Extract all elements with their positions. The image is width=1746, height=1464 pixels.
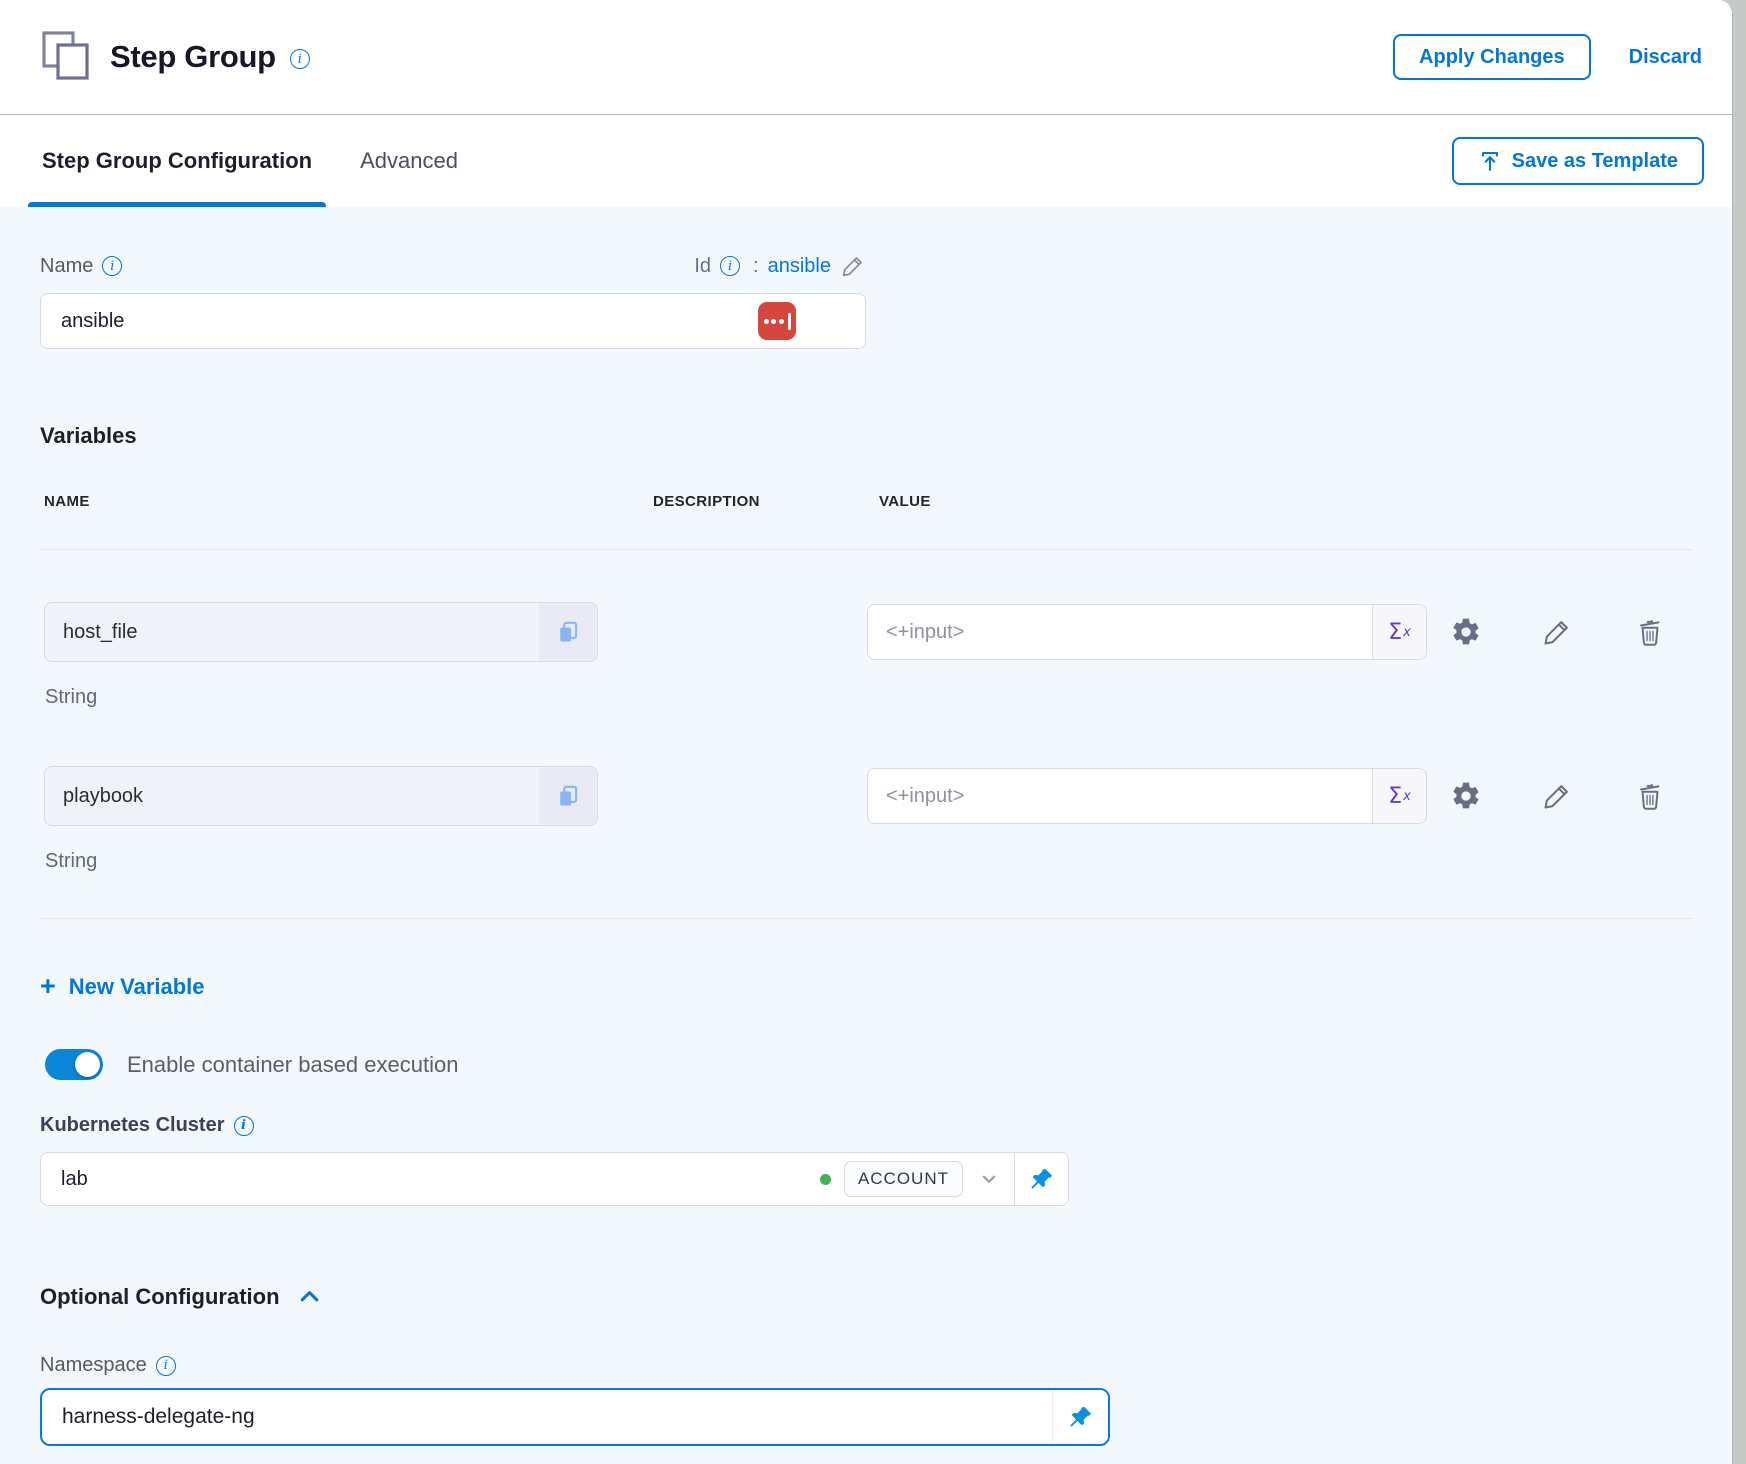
namespace-label-group: Namespace i xyxy=(40,1354,176,1377)
variable-name-value[interactable]: host_file xyxy=(45,603,539,661)
password-manager-autofill-icon[interactable] xyxy=(758,302,796,340)
variables-heading: Variables xyxy=(40,423,1692,449)
namespace-field xyxy=(40,1388,1110,1446)
expression-toggle-button[interactable]: Σx xyxy=(1372,769,1426,823)
column-header-value: VALUE xyxy=(879,493,931,510)
step-group-info-icon[interactable]: i xyxy=(290,49,310,69)
page-title: Step Group xyxy=(110,39,276,75)
variable-type-label: String xyxy=(45,850,1692,873)
save-as-template-label: Save as Template xyxy=(1512,150,1678,173)
delete-variable-icon[interactable] xyxy=(1634,616,1666,648)
name-label-row: Name i Id i : ansible xyxy=(40,253,866,279)
step-group-drawer: Step Group i Apply Changes Discard Step … xyxy=(0,0,1733,1464)
kubernetes-cluster-input[interactable] xyxy=(41,1153,820,1205)
title-group: Step Group i xyxy=(40,29,310,86)
variable-settings-icon[interactable] xyxy=(1450,780,1482,812)
optional-configuration-header: Optional Configuration xyxy=(40,1283,1692,1310)
variable-name-field: playbook xyxy=(44,766,598,826)
variable-value-input[interactable] xyxy=(868,769,1372,823)
variables-column-headers: NAME DESCRIPTION VALUE xyxy=(40,493,1692,511)
pin-icon[interactable] xyxy=(1052,1390,1108,1444)
variable-row-host-file: host_file Σx xyxy=(40,602,1692,662)
copy-icon[interactable] xyxy=(539,603,597,661)
sigma-sup: x xyxy=(1403,789,1411,804)
variable-value-input[interactable] xyxy=(868,605,1372,659)
copy-icon[interactable] xyxy=(539,767,597,825)
sigma-icon: Σ xyxy=(1388,620,1402,645)
namespace-input[interactable] xyxy=(42,1390,1052,1444)
divider xyxy=(40,918,1692,919)
variable-row-playbook: playbook Σx xyxy=(40,766,1692,826)
discard-button[interactable]: Discard xyxy=(1629,46,1704,69)
kubernetes-cluster-meta: ACCOUNT xyxy=(820,1153,1014,1205)
sigma-sup: x xyxy=(1403,625,1411,640)
kubernetes-cluster-label-group: Kubernetes Cluster i xyxy=(40,1114,254,1137)
column-header-description: DESCRIPTION xyxy=(653,493,760,510)
optional-configuration-heading: Optional Configuration xyxy=(40,1284,280,1310)
kubernetes-cluster-info-icon[interactable]: i xyxy=(234,1116,254,1136)
id-info-icon[interactable]: i xyxy=(720,256,740,276)
name-label-group: Name i xyxy=(40,255,122,278)
delete-variable-icon[interactable] xyxy=(1634,780,1666,812)
name-info-icon[interactable]: i xyxy=(102,256,122,276)
connector-status-dot xyxy=(820,1174,831,1185)
new-variable-button[interactable]: + New Variable xyxy=(40,974,205,1000)
name-field-wrap xyxy=(40,293,866,349)
container-execution-row: Enable container based execution xyxy=(45,1049,1692,1080)
name-input[interactable] xyxy=(40,293,866,349)
save-as-template-button[interactable]: Save as Template xyxy=(1452,137,1704,185)
chevron-down-icon[interactable] xyxy=(976,1168,1002,1190)
export-icon xyxy=(1478,149,1502,173)
variable-name-field: host_file xyxy=(44,602,598,662)
apply-changes-button[interactable]: Apply Changes xyxy=(1393,34,1591,80)
new-variable-label: New Variable xyxy=(69,974,205,1000)
sigma-icon: Σ xyxy=(1388,784,1402,809)
id-separator: : xyxy=(753,255,759,278)
header-actions: Apply Changes Discard xyxy=(1393,34,1704,80)
tab-bar: Step Group Configuration Advanced Save a… xyxy=(0,115,1732,207)
namespace-info-icon[interactable]: i xyxy=(156,1356,176,1376)
id-label: Id xyxy=(694,255,711,278)
kubernetes-cluster-field: ACCOUNT xyxy=(40,1152,1069,1206)
variable-settings-icon[interactable] xyxy=(1450,616,1482,648)
drawer-header: Step Group i Apply Changes Discard xyxy=(0,0,1732,115)
plus-icon: + xyxy=(40,973,56,1000)
divider xyxy=(40,549,1692,550)
id-value: ansible xyxy=(768,255,831,278)
id-group: Id i : ansible xyxy=(694,253,866,279)
edit-id-button[interactable] xyxy=(840,253,866,279)
scope-badge: ACCOUNT xyxy=(844,1161,963,1197)
tab-advanced[interactable]: Advanced xyxy=(346,115,472,207)
screen: Step Group i Apply Changes Discard Step … xyxy=(0,0,1746,1464)
container-execution-label: Enable container based execution xyxy=(127,1052,458,1078)
variable-type-label: String xyxy=(45,686,1692,709)
chevron-up-icon[interactable] xyxy=(296,1283,323,1310)
step-group-icon xyxy=(40,29,92,86)
column-header-name: NAME xyxy=(44,493,90,510)
container-execution-toggle[interactable] xyxy=(45,1049,103,1080)
edit-variable-icon[interactable] xyxy=(1541,780,1573,812)
edit-variable-icon[interactable] xyxy=(1541,616,1573,648)
step-group-configuration-panel: Name i Id i : ansible xyxy=(0,207,1732,1464)
kubernetes-cluster-label: Kubernetes Cluster xyxy=(40,1114,225,1137)
name-label: Name xyxy=(40,255,93,278)
variable-value-field: Σx xyxy=(867,768,1427,824)
variable-value-field: Σx xyxy=(867,604,1427,660)
expression-toggle-button[interactable]: Σx xyxy=(1372,605,1426,659)
variable-name-value[interactable]: playbook xyxy=(45,767,539,825)
namespace-label: Namespace xyxy=(40,1354,147,1377)
tab-step-group-configuration[interactable]: Step Group Configuration xyxy=(28,115,326,207)
pin-icon[interactable] xyxy=(1014,1153,1068,1205)
